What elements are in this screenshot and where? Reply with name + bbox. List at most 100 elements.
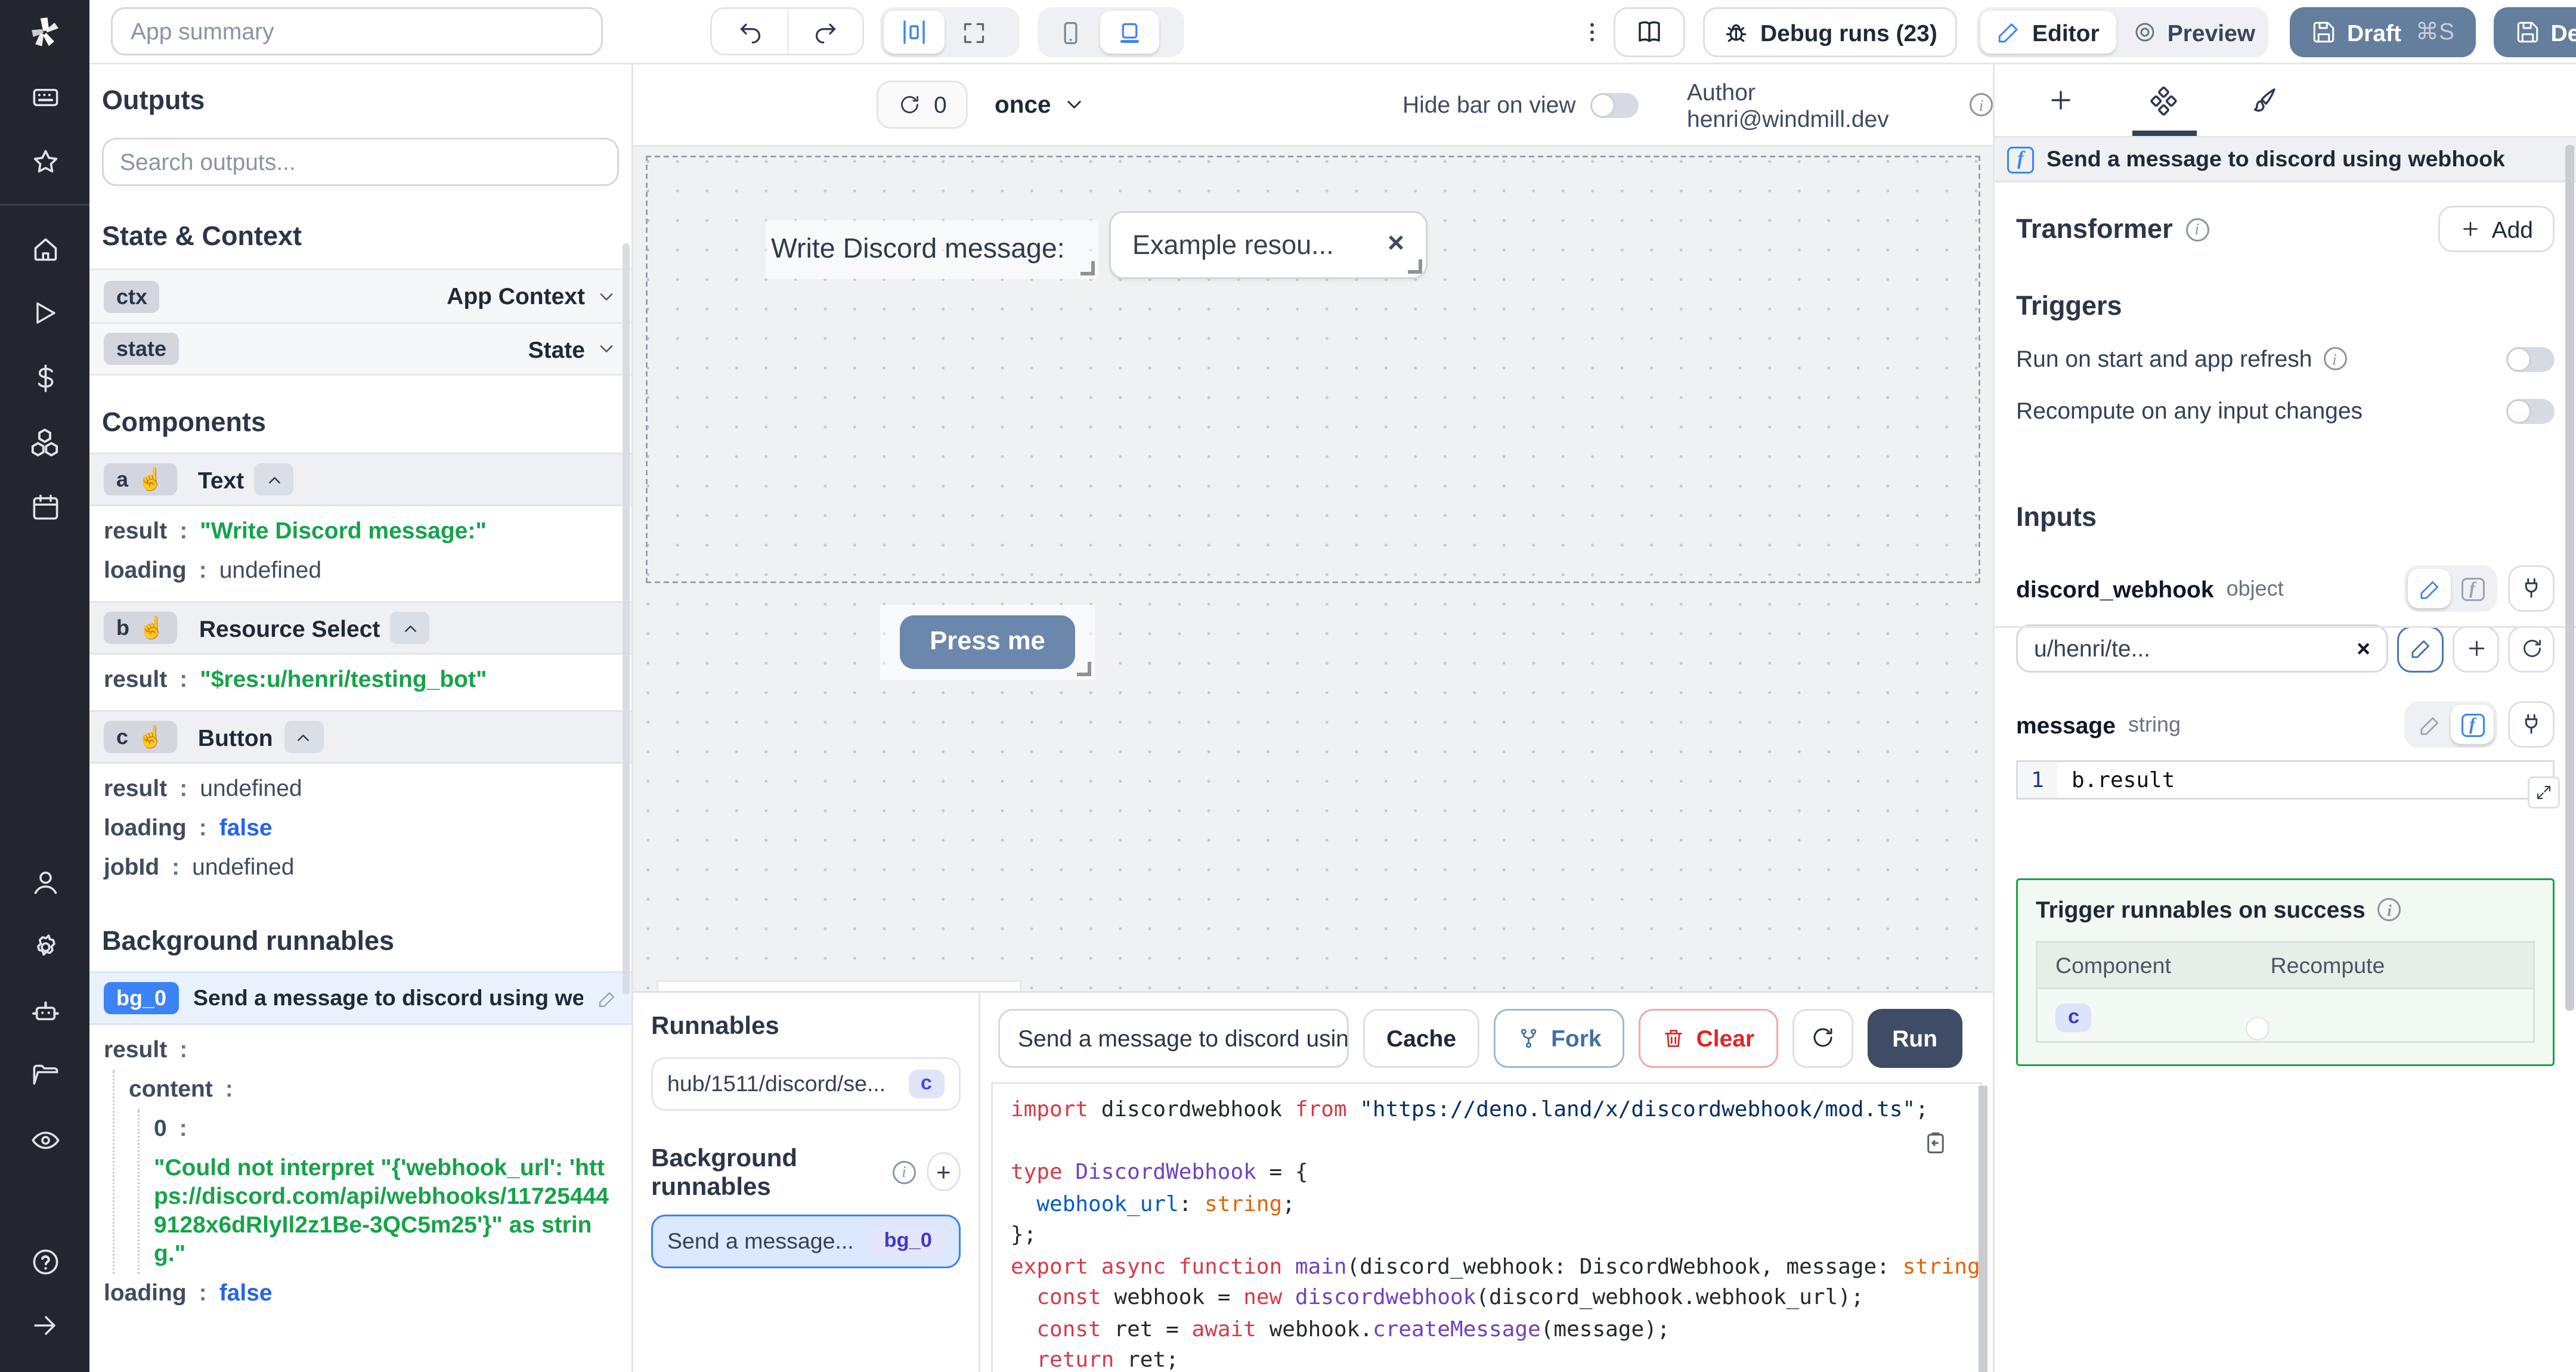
center-layout-button[interactable] — [884, 11, 945, 54]
add-transformer-button[interactable]: Add — [2438, 206, 2555, 252]
clear-resource-icon[interactable]: × — [2357, 635, 2370, 662]
code-line: webhook_url: string; — [1036, 1190, 1295, 1216]
refresh-icon — [901, 96, 918, 113]
undo-button[interactable] — [712, 9, 787, 54]
variables-dollar-icon[interactable] — [0, 345, 89, 410]
static-mode-pencil-icon[interactable] — [2408, 705, 2451, 744]
tab-component-settings[interactable] — [2132, 64, 2193, 136]
button-component-wrapper[interactable]: Press me — [880, 605, 1095, 680]
code-line: import discordwebhook from "https://deno… — [1011, 1097, 1928, 1122]
code-editor[interactable]: import discordwebhook from "https://deno… — [991, 1082, 1982, 1372]
code-scrollbar[interactable] — [1979, 1086, 1987, 1372]
app-canvas[interactable]: Write Discord message: Example resou... … — [633, 147, 1993, 991]
desktop-view-button[interactable] — [1100, 11, 1159, 54]
docs-book-button[interactable] — [1614, 7, 1685, 57]
success-box-title: Trigger runnables on success — [2036, 896, 2366, 923]
info-icon[interactable]: i — [2323, 347, 2346, 370]
eval-mode-function-icon[interactable]: f — [2451, 705, 2494, 744]
workers-robot-icon[interactable] — [0, 978, 89, 1043]
tab-preview[interactable]: Preview — [2116, 11, 2271, 54]
favorites-star-icon[interactable] — [0, 129, 89, 193]
add-resource-button[interactable] — [2453, 625, 2499, 672]
chevron-down-icon[interactable] — [596, 338, 617, 360]
edit-pencil-icon[interactable] — [597, 989, 617, 1008]
message-expression-editor[interactable]: 1 b.result — [2016, 760, 2560, 809]
resize-handle[interactable] — [1408, 259, 1422, 274]
recompute-toggle[interactable] — [2506, 398, 2555, 423]
resize-handle[interactable] — [1077, 662, 1091, 676]
collapse-chevron-up-icon[interactable] — [391, 612, 431, 644]
clear-selection-icon[interactable]: × — [1388, 229, 1404, 261]
info-icon[interactable]: i — [2185, 217, 2209, 241]
runs-play-icon[interactable] — [0, 281, 89, 345]
app-summary-input[interactable]: App summary — [111, 7, 603, 55]
collapse-chevron-up-icon[interactable] — [255, 463, 295, 495]
resources-boxes-icon[interactable] — [0, 410, 89, 474]
expand-editor-icon[interactable] — [2528, 776, 2560, 809]
info-icon[interactable]: i — [1970, 93, 1993, 116]
home-icon[interactable] — [0, 216, 89, 281]
fork-button[interactable]: Fork — [1494, 1008, 1625, 1067]
add-background-runnable-button[interactable]: + — [926, 1152, 961, 1191]
collapse-arrow-icon[interactable] — [0, 1293, 89, 1358]
folders-icon[interactable] — [0, 1043, 89, 1107]
bg0-header[interactable]: bg_0 Send a message to discord using web… — [89, 971, 631, 1025]
windmill-logo-icon[interactable] — [0, 0, 89, 64]
redo-button[interactable] — [787, 9, 862, 54]
outputs-panel-scrollbar[interactable] — [623, 243, 630, 995]
refresh-resource-button[interactable] — [2508, 625, 2555, 672]
edit-resource-pencil-button[interactable] — [2397, 625, 2444, 672]
code-line: type DiscordWebhook = { — [1011, 1159, 1308, 1184]
runnable-item-bg0[interactable]: Send a message... bg_0 — [651, 1215, 961, 1268]
text-component[interactable]: Write Discord message: — [766, 220, 1098, 279]
help-icon[interactable] — [0, 1229, 89, 1293]
refresh-count-pill[interactable]: 0 — [877, 80, 968, 129]
tab-styling-brush[interactable] — [2234, 64, 2295, 136]
users-icon[interactable] — [0, 850, 89, 914]
copy-code-icon[interactable] — [1923, 1131, 1948, 1156]
runnable-item-hub[interactable]: hub/1511/discord/se... c — [651, 1057, 961, 1111]
runnable-name-input[interactable]: Send a message to discord using — [998, 1008, 1349, 1067]
component-a-header[interactable]: a ☝ Text — [89, 453, 631, 506]
more-menu-button[interactable] — [1574, 7, 1610, 57]
tab-editor[interactable]: Editor — [1980, 11, 2116, 54]
run-button[interactable]: Run — [1867, 1008, 1963, 1067]
static-mode-pencil-icon[interactable] — [2408, 569, 2451, 608]
deploy-button[interactable]: Deploy — [2494, 7, 2576, 57]
refresh-code-button[interactable] — [1792, 1008, 1853, 1067]
schedules-calendar-icon[interactable] — [0, 474, 89, 538]
run-on-start-toggle[interactable] — [2506, 346, 2555, 371]
connect-plug-icon[interactable] — [2508, 565, 2555, 612]
connect-plug-icon[interactable] — [2508, 701, 2555, 748]
key: result — [104, 775, 168, 801]
debug-runs-button[interactable]: Debug runs (23) — [1703, 7, 1957, 57]
tab-insert-plus[interactable] — [2030, 64, 2091, 136]
bg-runnables-title: Background runnables — [651, 1143, 798, 1200]
resource-value-input[interactable]: u/henri/te... × — [2016, 624, 2388, 673]
settings-gear-icon[interactable] — [0, 914, 89, 978]
clear-button[interactable]: Clear — [1639, 1008, 1778, 1067]
frequency-dropdown[interactable]: once — [995, 91, 1085, 118]
apps-icon[interactable] — [0, 64, 89, 129]
resource-select-component[interactable]: Example resou... × — [1109, 211, 1428, 279]
right-panel-scrollbar[interactable] — [2565, 145, 2574, 1011]
ctx-row[interactable]: ctx App Context — [89, 268, 631, 322]
search-outputs-input[interactable]: Search outputs... — [102, 138, 619, 186]
component-c-header[interactable]: c ☝ Button — [89, 710, 631, 764]
mobile-view-button[interactable] — [1041, 11, 1100, 54]
resize-handle[interactable] — [1080, 261, 1095, 275]
component-b-header[interactable]: b ☝ Resource Select — [89, 601, 631, 655]
cache-button[interactable]: Cache — [1363, 1008, 1480, 1067]
fullscreen-button[interactable] — [945, 11, 1004, 54]
hide-bar-toggle[interactable] — [1590, 92, 1639, 117]
draft-save-button[interactable]: Draft ⌘S — [2290, 7, 2476, 57]
audit-eye-icon[interactable] — [0, 1107, 89, 1172]
collapse-chevron-up-icon[interactable] — [283, 721, 323, 753]
eval-mode-function-icon[interactable]: f — [2451, 569, 2494, 608]
chevron-down-icon[interactable] — [596, 286, 617, 307]
info-icon[interactable]: i — [2377, 898, 2401, 921]
press-me-button[interactable]: Press me — [899, 615, 1076, 669]
info-icon[interactable]: i — [892, 1160, 916, 1184]
line-number: 1 — [2018, 762, 2057, 798]
state-row[interactable]: state State — [89, 322, 631, 376]
